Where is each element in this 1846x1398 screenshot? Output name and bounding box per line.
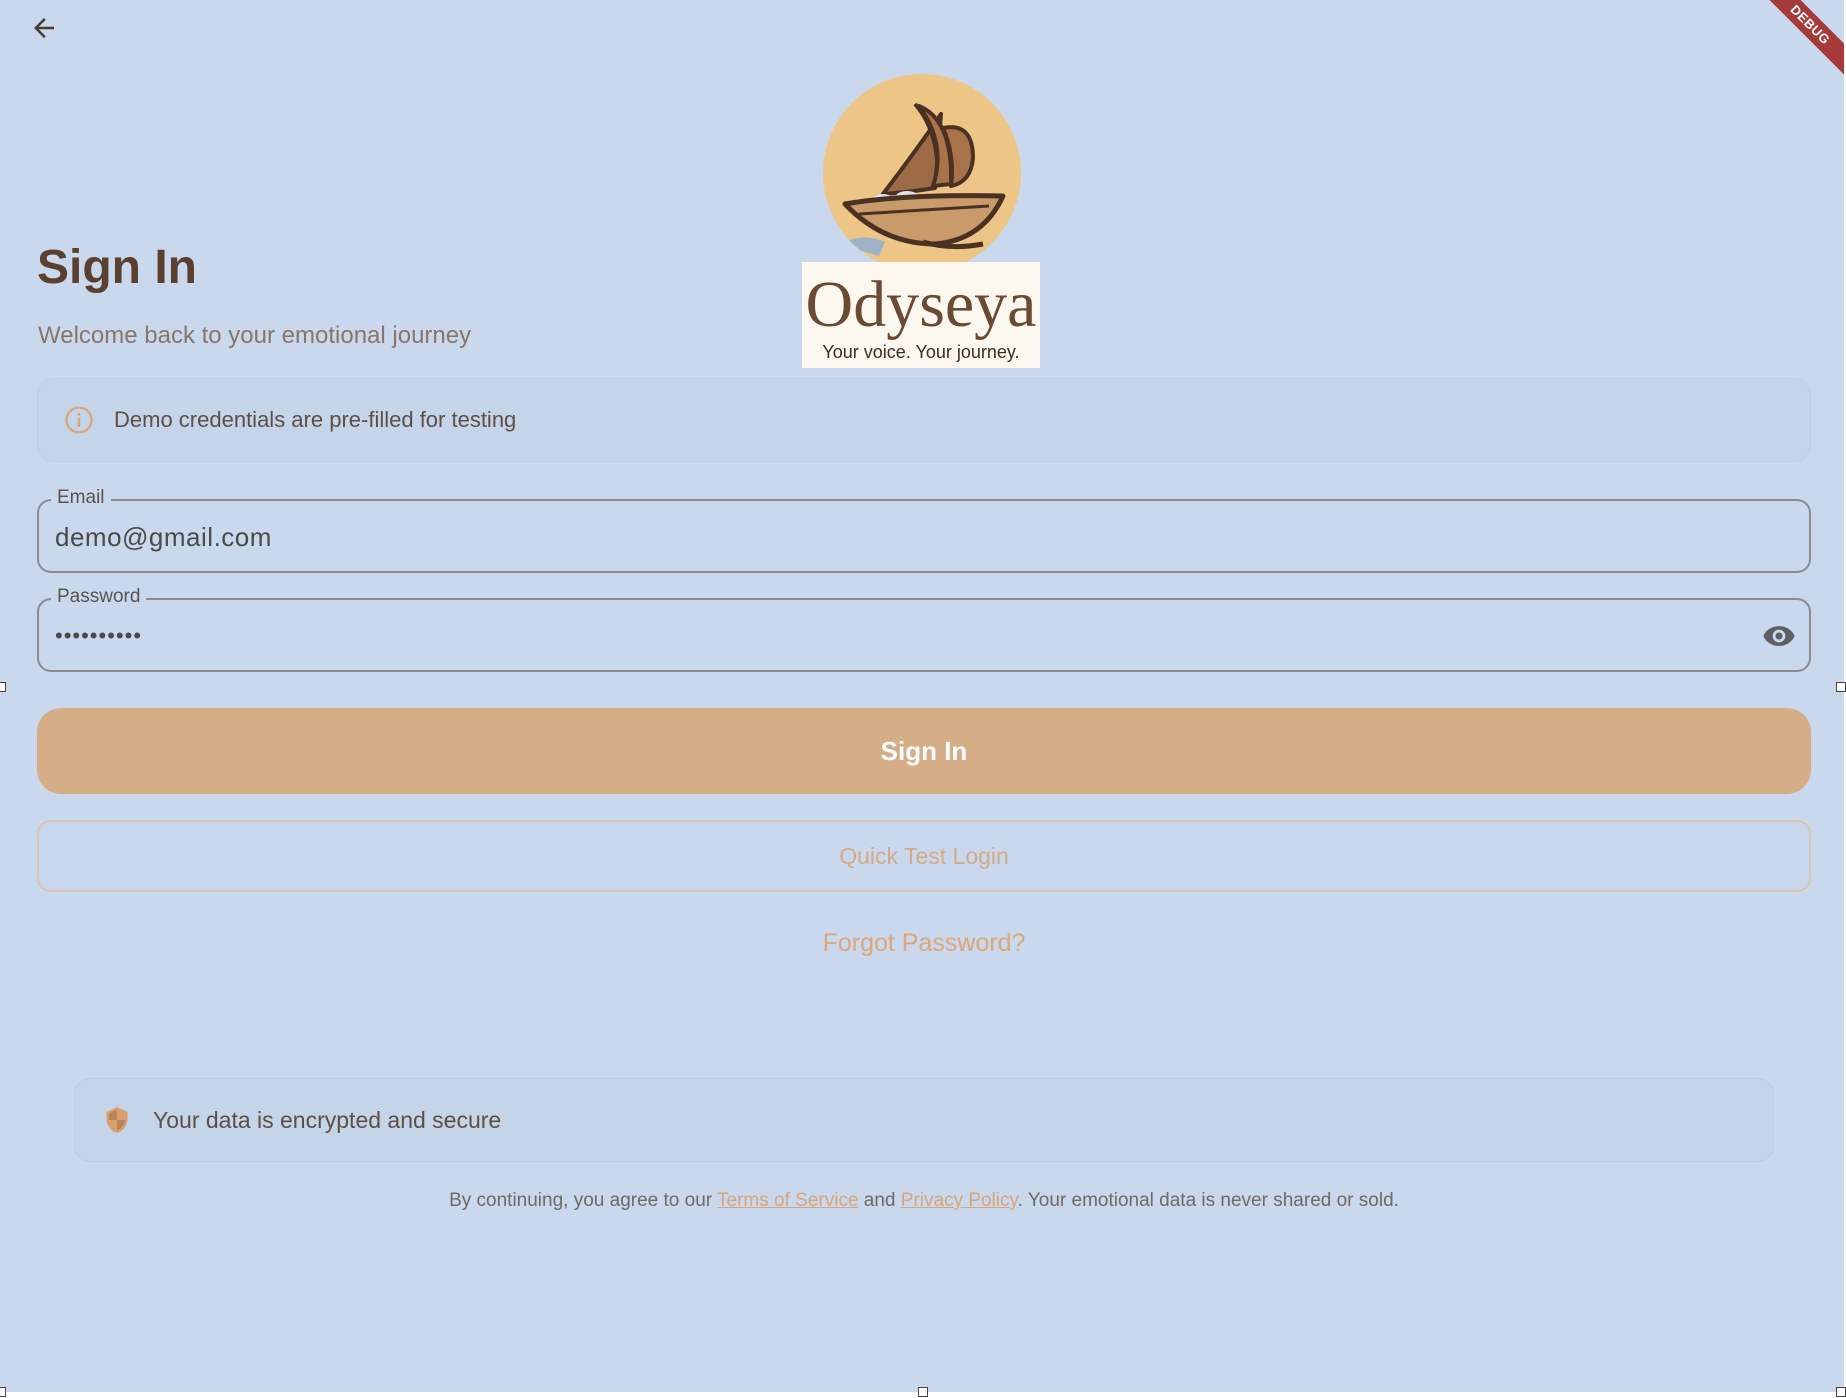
info-icon: [65, 406, 93, 434]
resize-handle-bottom[interactable]: [918, 1387, 928, 1397]
password-field: Password: [37, 586, 1811, 672]
quick-test-login-button[interactable]: Quick Test Login: [37, 820, 1811, 892]
demo-info-banner: Demo credentials are pre-filled for test…: [37, 378, 1811, 462]
legal-and: and: [858, 1190, 901, 1211]
sign-in-screen: DEBUG Odyseya Your voice. Your journey. …: [0, 0, 1844, 1392]
resize-handle-bottom-right[interactable]: [1836, 1387, 1846, 1397]
resize-handle-right[interactable]: [1836, 682, 1846, 692]
page-subtitle: Welcome back to your emotional journey: [38, 322, 472, 349]
back-button[interactable]: [22, 6, 66, 50]
logo-wordmark: Odyseya Your voice. Your journey.: [802, 262, 1040, 368]
arrow-left-icon: [34, 18, 54, 38]
app-logo: Odyseya Your voice. Your journey.: [802, 74, 1040, 368]
privacy-policy-link[interactable]: Privacy Policy: [901, 1190, 1018, 1211]
email-field: Email: [37, 487, 1811, 573]
toggle-password-visibility-button[interactable]: [1759, 616, 1799, 656]
resize-handle-left[interactable]: [0, 682, 6, 692]
shield-icon: [106, 1107, 128, 1133]
info-text: Demo credentials are pre-filled for test…: [114, 407, 517, 432]
terms-of-service-link[interactable]: Terms of Service: [717, 1190, 858, 1211]
logo-name: Odyseya: [805, 268, 1037, 341]
email-input[interactable]: [55, 519, 1695, 555]
security-text: Your data is encrypted and secure: [153, 1106, 502, 1133]
sailboat-logo-icon: [823, 74, 1021, 272]
logo-tagline: Your voice. Your journey.: [822, 342, 1020, 362]
forgot-password-link[interactable]: Forgot Password?: [0, 929, 1844, 958]
sign-in-button[interactable]: Sign In: [37, 708, 1811, 794]
debug-banner: DEBUG: [1745, 0, 1844, 90]
password-input[interactable]: [55, 618, 1695, 654]
legal-notice: By continuing, you agree to our Terms of…: [0, 1190, 1844, 1212]
page-title: Sign In: [37, 241, 197, 294]
resize-handle-bottom-left[interactable]: [0, 1387, 6, 1397]
eye-icon: [1763, 626, 1795, 646]
password-label: Password: [51, 586, 147, 608]
security-notice: Your data is encrypted and secure: [74, 1078, 1774, 1162]
email-label: Email: [51, 487, 111, 509]
legal-suffix: . Your emotional data is never shared or…: [1017, 1190, 1399, 1211]
legal-prefix: By continuing, you agree to our: [449, 1190, 718, 1211]
